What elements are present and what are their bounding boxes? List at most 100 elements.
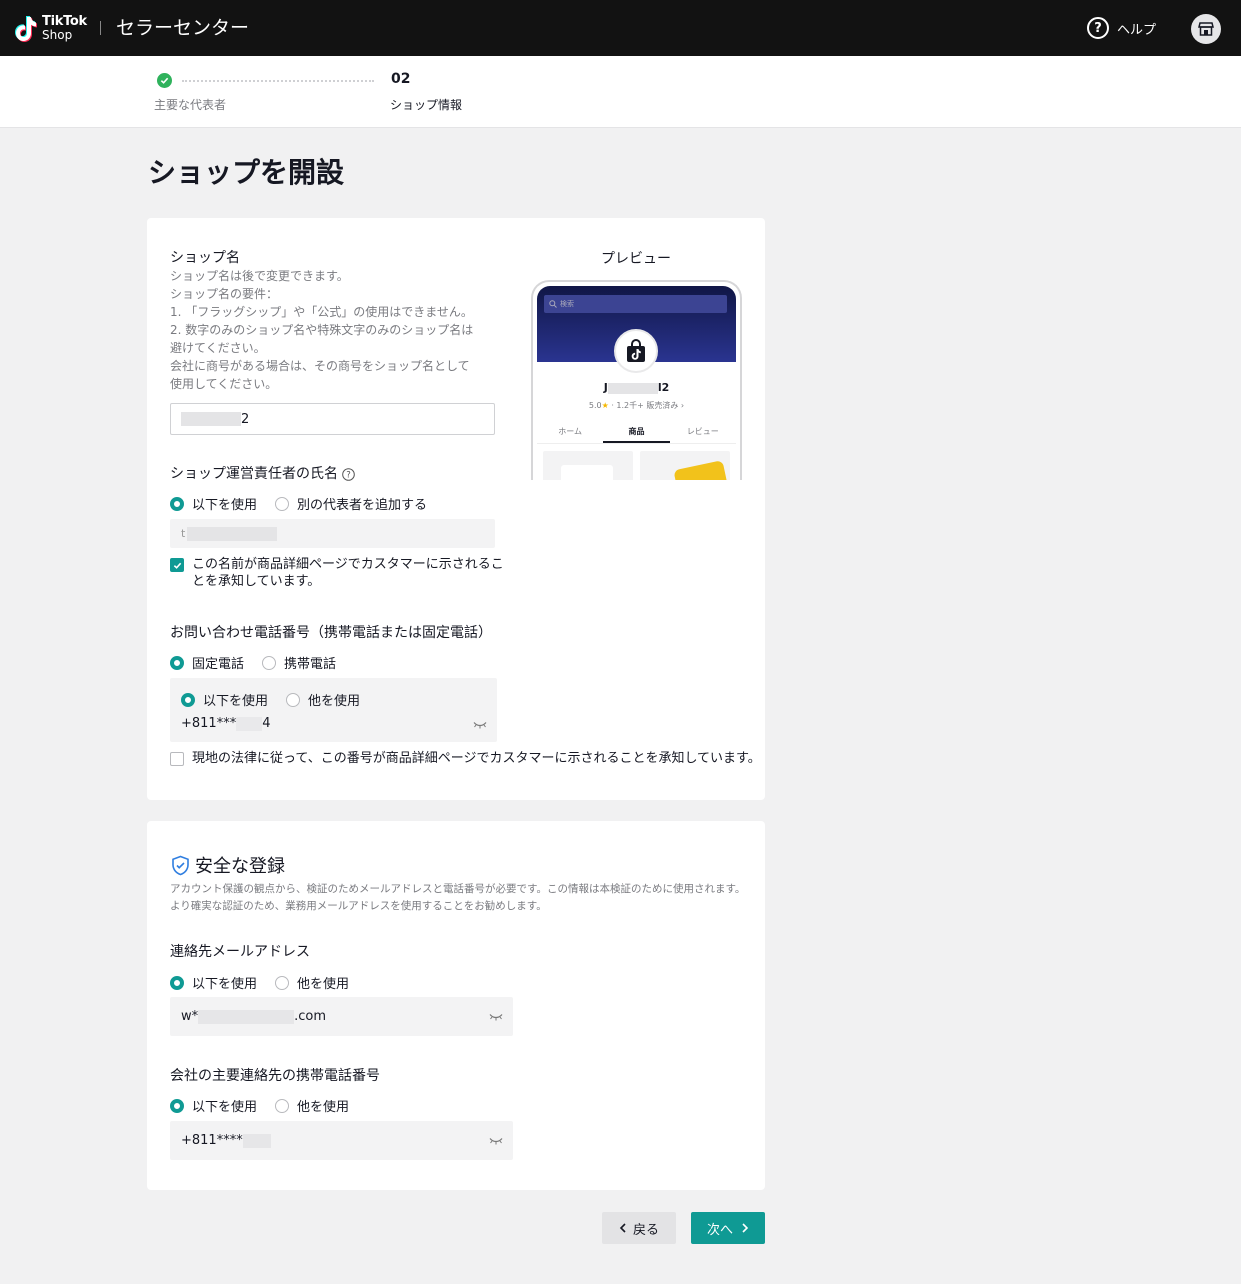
phone-source-panel: 以下を使用 他を使用 +811*** 4: [170, 678, 497, 742]
radio-label: 以下を使用: [203, 694, 269, 709]
eye-closed-icon[interactable]: [489, 1013, 503, 1021]
phone-preview: 検索 Jl2 5.0★ · 1.2千+ 販売済み › ホーム 商品 レビュー: [531, 280, 742, 480]
phone-type-landline-radio[interactable]: 固定電話: [170, 653, 244, 672]
owner-name-value: t: [181, 527, 186, 540]
step-2-label: ショップ情報: [390, 98, 463, 112]
owner-add-other-radio[interactable]: 別の代表者を追加する: [275, 494, 427, 513]
help-link[interactable]: ? ヘルプ: [1087, 17, 1156, 39]
radio-label: 携帯電話: [284, 657, 337, 672]
svg-text:?: ?: [346, 470, 351, 480]
preview-product-thumb: [543, 451, 633, 480]
sales-text: · 1.2千+ 販売済み ›: [611, 401, 685, 410]
step-1-label: 主要な代表者: [154, 98, 227, 112]
radio-label: 他を使用: [308, 694, 361, 709]
tiktok-note-icon: [15, 16, 37, 42]
owner-radio-group: 以下を使用 別の代表者を追加する: [170, 494, 445, 513]
eye-closed-icon[interactable]: [473, 721, 487, 729]
phone-screen: 検索 Jl2 5.0★ · 1.2千+ 販売済み › ホーム 商品 レビュー: [537, 286, 736, 480]
company-phone-radio-group: 以下を使用 他を使用: [170, 1096, 367, 1115]
desc-line: 使用してください。: [170, 377, 278, 391]
phone-type-mobile-radio[interactable]: 携帯電話: [262, 653, 336, 672]
owner-name-label-text: ショップ運営責任者の氏名: [170, 466, 338, 482]
preview-label: プレビュー: [601, 251, 671, 267]
store-button[interactable]: [1191, 14, 1221, 44]
store-icon: [1198, 22, 1214, 36]
phone-use-other-radio[interactable]: 他を使用: [286, 690, 360, 709]
radio-unselected: [275, 496, 290, 511]
radio-label: 他を使用: [297, 977, 350, 992]
chevron-left-icon: [619, 1223, 626, 1233]
preview-tabs: ホーム 商品 レビュー: [537, 424, 736, 444]
info-circle-icon[interactable]: ?: [342, 467, 355, 481]
secure-registration-heading: 安全な登録: [171, 852, 285, 878]
search-icon: [549, 300, 557, 308]
preview-search-placeholder: 検索: [560, 300, 574, 308]
preview-rating: 5.0★ · 1.2千+ 販売済み ›: [537, 400, 736, 411]
radio-unselected: [286, 692, 301, 707]
company-phone-use-below-radio[interactable]: 以下を使用: [170, 1096, 257, 1115]
phone-use-below-radio[interactable]: 以下を使用: [181, 690, 268, 709]
radio-unselected: [262, 655, 277, 670]
email-radio-group: 以下を使用 他を使用: [170, 973, 367, 992]
radio-unselected: [275, 975, 290, 990]
secure-registration-card: 安全な登録 アカウント保護の観点から、検証のためメールアドレスと電話番号が必要で…: [147, 821, 765, 1190]
step-complete-check-icon: [157, 73, 172, 88]
progress-stepper: 02 主要な代表者 ショップ情報: [0, 56, 1241, 128]
desc-line: 2. 数字のみのショップ名や特殊文字のみのショップ名は: [170, 323, 474, 337]
top-bar: TikTok Shop セラーセンター ? ヘルプ: [0, 0, 1241, 56]
preview-name-end: l2: [657, 381, 670, 394]
shop-name-input[interactable]: 2: [170, 403, 495, 435]
phone-source-radio-group: 以下を使用 他を使用: [181, 690, 378, 709]
owner-name-label: ショップ運営責任者の氏名 ?: [170, 465, 355, 483]
radio-label: 他を使用: [297, 1100, 350, 1115]
redacted-text: [181, 412, 241, 426]
phone-value: +811*** 4: [181, 716, 271, 731]
email-value-end: .com: [294, 1009, 327, 1024]
radio-label: 以下を使用: [192, 1100, 258, 1115]
preview-shop-name: Jl2: [537, 381, 736, 394]
email-use-below-radio[interactable]: 以下を使用: [170, 973, 257, 992]
contact-phone-label: お問い合わせ電話番号（携帯電話または固定電話）: [170, 625, 492, 641]
radio-selected: [170, 655, 184, 670]
redacted-text: [607, 382, 658, 394]
help-label: ヘルプ: [1117, 22, 1157, 38]
tiktok-shop-logo[interactable]: TikTok Shop: [14, 15, 90, 43]
email-use-other-radio[interactable]: 他を使用: [275, 973, 349, 992]
radio-label: 以下を使用: [192, 977, 258, 992]
desc-line: ショップ名は後で変更できます。: [170, 269, 349, 283]
company-phone-label: 会社の主要連絡先の携帯電話番号: [170, 1068, 380, 1084]
shop-name-description: ショップ名は後で変更できます。 ショップ名の要件： 1. 「フラッグシップ」や「…: [170, 267, 500, 393]
secure-registration-title: 安全な登録: [195, 856, 285, 877]
consent-line: とを承知しています。: [192, 574, 321, 589]
eye-closed-icon[interactable]: [489, 1137, 503, 1145]
radio-selected: [170, 496, 184, 511]
checkbox-checked: [170, 558, 184, 572]
chevron-right-icon: [742, 1223, 749, 1233]
radio-selected: [170, 1098, 184, 1113]
owner-use-below-radio[interactable]: 以下を使用: [170, 494, 257, 513]
phone-value-start: +811***: [181, 716, 237, 731]
shield-check-icon: [172, 855, 189, 875]
next-button[interactable]: 次へ: [691, 1212, 765, 1244]
shop-avatar: [614, 329, 658, 373]
radio-unselected: [275, 1098, 290, 1113]
shop-name-value: 2: [241, 411, 250, 427]
back-button[interactable]: 戻る: [602, 1212, 676, 1244]
checkbox-unchecked: [170, 752, 184, 766]
owner-name-field: t: [170, 519, 495, 548]
next-button-label: 次へ: [706, 1222, 733, 1238]
owner-consent-checkbox[interactable]: この名前が商品詳細ページでカスタマーに示されるこ とを承知しています。: [170, 556, 504, 590]
phone-consent-checkbox[interactable]: 現地の法律に従って、この番号が商品詳細ページでカスタマーに示されることを承知して…: [170, 750, 761, 767]
phone-type-radio-group: 固定電話 携帯電話: [170, 653, 354, 672]
secure-registration-description: アカウント保護の観点から、検証のためメールアドレスと電話番号が必要です。この情報…: [170, 883, 746, 912]
desc-line: ショップ名の要件：: [170, 287, 279, 301]
page-title: ショップを開設: [148, 156, 345, 189]
radio-selected: [170, 975, 184, 990]
desc-line: 会社に商号がある場合は、その商号をショップ名として: [170, 359, 470, 373]
step-2-number: 02: [391, 71, 411, 87]
contact-email-label: 連絡先メールアドレス: [170, 944, 310, 960]
company-phone-use-other-radio[interactable]: 他を使用: [275, 1096, 349, 1115]
company-phone-field: +811****: [170, 1121, 513, 1160]
radio-label: 別の代表者を追加する: [297, 498, 428, 513]
company-phone-value: +811****: [181, 1133, 243, 1148]
